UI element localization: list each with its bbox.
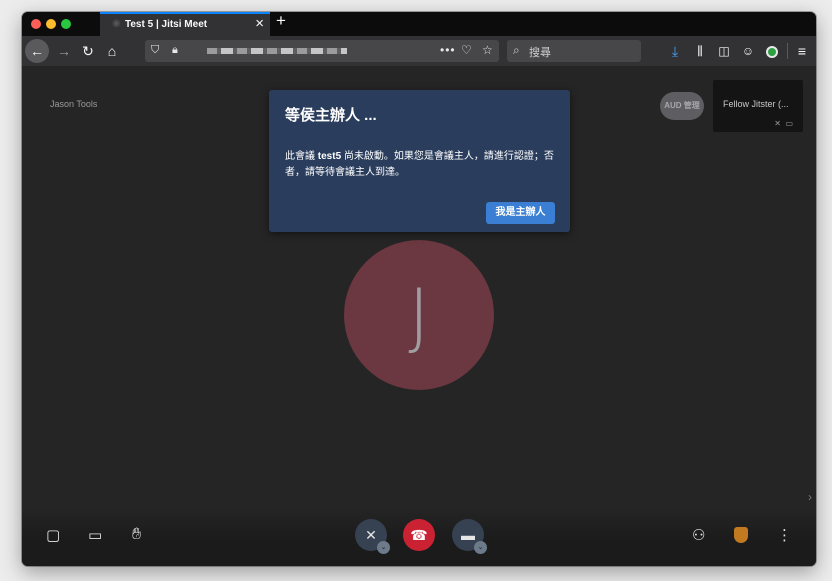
invite-people-icon[interactable]: ⚇ [692,526,705,544]
close-window-button[interactable] [31,19,41,29]
account-icon[interactable]: ☺ [738,41,758,61]
camera-options-chevron-icon[interactable]: ⌄ [474,541,487,554]
download-icon[interactable]: ⤓ [665,41,685,61]
search-icon: ⌕ [513,43,520,57]
tracking-shield-icon[interactable]: ⛉ [151,44,159,57]
participant-thumbnail-fellow[interactable]: Fellow Jitster (... ✕ ▭ [713,80,803,132]
sidebar-icon[interactable]: ◫ [714,41,734,61]
security-shield-icon[interactable] [734,527,748,543]
page-actions-icon[interactable]: ••• [440,43,456,57]
meeting-toolbox: ▢ ▭ ✋︎ ✕ ⌄ ☎︎ ▬ ⌄ ⚇ ⋮ [22,508,816,566]
lock-icon[interactable]: 🔒︎ [172,44,178,57]
reload-icon[interactable]: ↻ [76,39,100,63]
arrow-left-icon[interactable]: ← [25,39,49,63]
zoom-window-button[interactable] [61,19,71,29]
blurred-url-text [207,48,347,54]
tab-title: Test 5 | Jitsi Meet [125,19,208,30]
tab-close-button[interactable]: × [255,15,264,32]
camera-off-icon: ▭ [785,119,793,128]
dialog-message: 此會議 test5 尚未啟動。如果您是會議主人，請進行認證；否者，請等待會議主人… [285,151,554,178]
url-bar[interactable]: ⛉ 🔒︎ ••• ♡ ☆ [145,40,499,62]
search-placeholder: 搜尋 [529,47,551,59]
hangup-icon[interactable]: ☎︎ [403,519,435,551]
camera-off-icon[interactable]: ▬ ⌄ [452,519,487,554]
meeting-stage: Jason Tools AUD 管理 Fellow Jitster (... ✕… [22,66,816,566]
thumbnail-participant-name: Fellow Jitster (... [723,99,789,109]
extension-icon[interactable] [762,41,782,61]
participant-avatar: J [344,240,494,390]
new-tab-button[interactable]: + [276,12,286,31]
dialog-title: 等侯主辦人 ... [285,107,377,124]
chevron-right-icon[interactable]: › [808,490,812,504]
nav-toolbar: ← → ↻ ⌂ ⛉ 🔒︎ ••• ♡ ☆ ⌕ 搜尋 ⤓ ⫼ ◫ ☺ ≡ [22,36,816,66]
screen-share-icon[interactable]: ▭ [88,526,102,544]
home-icon[interactable]: ⌂ [100,39,124,63]
more-vertical-icon[interactable]: ⋮ [777,526,792,544]
library-icon[interactable]: ⫼ [690,41,710,61]
local-participant-name: Jason Tools [50,99,98,109]
mic-options-chevron-icon[interactable]: ⌄ [377,541,390,554]
mic-muted-icon: ✕ [774,119,781,128]
arrow-right-icon[interactable]: → [52,39,76,63]
room-name: test5 [317,151,342,162]
participant-thumbnail-aud[interactable]: AUD 管理 [660,92,704,120]
pocket-icon[interactable]: ♡ [461,43,472,57]
chat-icon[interactable]: ▢ [46,526,60,544]
i-am-host-button[interactable]: 我是主辦人 [486,202,555,224]
hamburger-menu-icon[interactable]: ≡ [792,41,812,61]
mic-muted-icon[interactable]: ✕ ⌄ [355,519,390,554]
site-favicon-icon: ◉ [112,18,121,29]
minimize-window-button[interactable] [46,19,56,29]
tab-jitsi-meet[interactable]: ◉ Test 5 | Jitsi Meet × [100,12,270,36]
tab-strip: ◉ Test 5 | Jitsi Meet × + [22,12,816,36]
toolbar-divider [787,43,788,59]
browser-window: ◉ Test 5 | Jitsi Meet × + ← → ↻ ⌂ ⛉ 🔒︎ •… [22,12,816,566]
search-input[interactable]: ⌕ 搜尋 [507,40,641,62]
star-icon[interactable]: ☆ [482,43,493,57]
waiting-for-host-dialog: 等侯主辦人 ... 此會議 test5 尚未啟動。如果您是會議主人，請進行認證；… [269,90,570,232]
raise-hand-icon[interactable]: ✋︎ [132,526,141,544]
